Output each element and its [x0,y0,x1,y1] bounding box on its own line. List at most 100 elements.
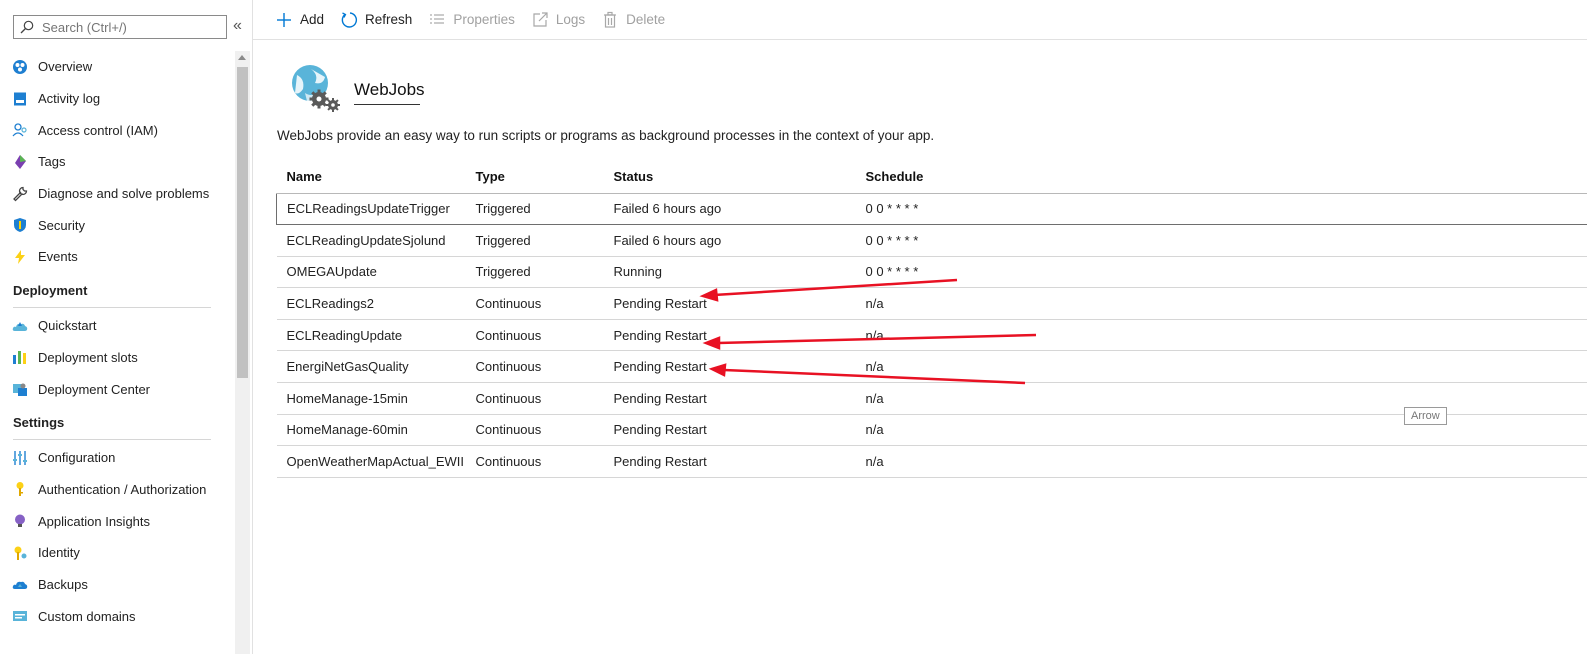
search-box[interactable] [13,15,227,39]
table-row[interactable]: ECLReadingUpdateSjolund Triggered Failed 6… [276,224,1587,257]
sidebar-nav: Overview Activity log Access control (IAM)… [0,51,235,632]
table-header-row: Name Type Status Schedule [276,161,1587,194]
sidebar-item-label: Quickstart [38,318,97,334]
cell-type: Continuous [465,445,604,478]
deployment-center-icon [12,381,28,397]
trash-icon [604,11,617,28]
shield-icon [12,217,28,233]
command-bar: Add Refresh Properties Logs Delete [253,0,1587,40]
sidebar-item-label: Custom domains [38,608,136,624]
collapse-sidebar-button[interactable]: « [233,17,242,35]
lightning-icon [12,249,28,265]
sliders-icon [12,450,28,466]
column-header-schedule[interactable]: Schedule [855,161,1587,194]
sidebar-item-label: Overview [38,59,93,75]
sidebar-item-label: Activity log [38,91,101,107]
logs-button[interactable]: Logs [531,11,585,29]
table-row[interactable]: ECLReadingUpdate Continuous Pending Restar… [276,319,1587,352]
table-row[interactable]: ECLReadingsUpdateTrigger Triggered Failed … [276,192,1587,226]
cell-name: HomeManage-60min [276,414,466,447]
cell-type: Continuous [465,287,604,320]
refresh-button[interactable]: Refresh [340,11,412,29]
properties-list-icon [430,13,445,24]
cell-name: ECLReadingUpdate [276,319,466,352]
cell-schedule: n/a [855,350,1587,384]
search-input[interactable] [42,19,222,35]
cell-status: Running [603,256,856,289]
sidebar-item-tags[interactable]: Tags [0,146,235,178]
wrench-icon [12,186,28,202]
cloud-backup-icon [12,576,28,592]
cell-name: EnergiNetGasQuality [276,350,466,384]
sidebar-item-diagnose-and-solve-problems[interactable]: Diagnose and solve problems [0,178,235,210]
page-title: WebJobs [354,80,425,99]
sidebar-item-label: Events [38,249,78,265]
cell-type: Triggered [465,192,604,226]
cell-name: ECLReadingUpdateSjolund [276,224,466,257]
add-button[interactable]: Add [275,11,324,29]
properties-button[interactable]: Properties [428,11,515,29]
cloud-rocket-icon [12,318,28,334]
table-row[interactable]: HomeManage-60min Continuous Pending Restar… [276,414,1587,447]
cell-status: Pending Restart [603,414,856,447]
lightbulb-icon [12,513,28,529]
identity-key-icon [12,545,28,561]
plus-icon [277,12,291,27]
overview-icon [12,59,28,75]
sidebar-item-label: Tags [38,154,66,170]
page-description: WebJobs provide an easy way to run scrip… [277,128,935,143]
activity-log-icon [12,91,28,107]
sidebar-item-authentication-authorization[interactable]: Authentication / Authorization [0,474,235,506]
sidebar-item-label: Application Insights [38,513,151,529]
table-row[interactable]: ECLReadings2 Continuous Pending Restart n/a [276,287,1587,320]
table-row[interactable]: OpenWeatherMapActual_EWII Continuous Pendi… [276,445,1587,478]
sidebar-scrollbar[interactable] [235,51,250,654]
cell-type: Triggered [465,224,604,257]
column-header-name[interactable]: Name [276,161,466,194]
sidebar-item-custom-domains[interactable]: Custom domains [0,600,235,632]
sidebar-item-label: Backups [38,576,88,592]
column-header-type[interactable]: Type [465,161,604,194]
sidebar-item-activity-log[interactable]: Activity log [0,83,235,115]
table-row[interactable]: OMEGAUpdate Triggered Running 0 0 * * * * [276,256,1587,289]
cell-status: Failed 6 hours ago [603,224,856,257]
tooltip: Arrow [1404,407,1447,425]
scroll-up-arrow-icon[interactable] [238,55,246,60]
cell-schedule: 0 0 * * * * [855,256,1587,289]
cell-type: Triggered [465,256,604,289]
cell-status: Pending Restart [603,350,856,384]
section-header-deployment: Deployment [0,273,235,310]
cell-type: Continuous [465,319,604,352]
table-row[interactable]: HomeManage-15min Continuous Pending Restar… [276,382,1587,415]
sidebar-item-label: Identity [38,545,80,561]
sidebar-item-configuration[interactable]: Configuration [0,442,235,474]
tag-icon [12,154,28,170]
sidebar-item-events[interactable]: Events [0,241,235,273]
sidebar-item-overview[interactable]: Overview [0,51,235,83]
sidebar: « Overview Activity log Access control (IA… [0,0,253,654]
cell-name: HomeManage-15min [276,382,466,415]
sidebar-item-deployment-slots[interactable]: Deployment slots [0,342,235,374]
add-label: Add [300,12,325,27]
sidebar-item-label: Access control (IAM) [38,122,158,138]
cell-name: OpenWeatherMapActual_EWII [276,445,466,478]
sidebar-item-application-insights[interactable]: Application Insights [0,505,235,537]
delete-button[interactable]: Delete [601,11,665,29]
scrollbar-thumb[interactable] [237,67,248,378]
sidebar-item-label: Security [38,217,85,233]
sidebar-item-security[interactable]: Security [0,209,235,241]
sidebar-item-backups[interactable]: Backups [0,569,235,601]
sidebar-item-label: Diagnose and solve problems [38,186,210,202]
cell-status: Pending Restart [603,287,856,320]
title-underline [354,104,420,105]
webjobs-table: Name Type Status Schedule ECLReadingsUpd… [276,161,1587,478]
cell-name: ECLReadings2 [276,287,466,320]
cell-status: Pending Restart [603,445,856,478]
sidebar-item-access-control-iam[interactable]: Access control (IAM) [0,114,235,146]
sidebar-item-quickstart[interactable]: Quickstart [0,310,235,342]
column-header-status[interactable]: Status [603,161,856,194]
table-row[interactable]: EnergiNetGasQuality Continuous Pending Res… [276,350,1587,384]
sidebar-item-deployment-center[interactable]: Deployment Center [0,373,235,405]
sidebar-item-identity[interactable]: Identity [0,537,235,569]
cell-schedule: n/a [855,319,1587,352]
